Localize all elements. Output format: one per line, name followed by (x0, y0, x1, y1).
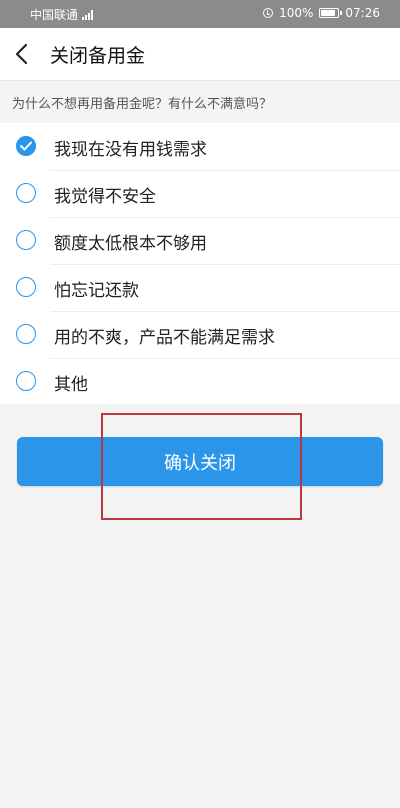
checkmark-icon (20, 141, 32, 151)
option-limit-too-low[interactable]: 额度太低根本不够用 (0, 217, 400, 264)
radio-checked-icon[interactable] (16, 136, 36, 156)
reason-options-list: 我现在没有用钱需求 我觉得不安全 额度太低根本不够用 怕忘记还款 用的不爽，产品… (0, 123, 400, 404)
option-label: 额度太低根本不够用 (54, 234, 207, 254)
option-label: 我现在没有用钱需求 (54, 140, 207, 160)
battery-level (321, 10, 336, 16)
question-prompt: 为什么不想再用备用金呢？有什么不满意吗？ (0, 81, 400, 123)
nav-bar: 关闭备用金 (0, 28, 400, 81)
radio-icon[interactable] (16, 277, 36, 297)
option-not-safe[interactable]: 我觉得不安全 (0, 170, 400, 217)
battery-icon (319, 8, 343, 18)
confirm-close-button[interactable]: 确认关闭 (17, 437, 383, 486)
radio-icon[interactable] (16, 230, 36, 250)
option-no-need[interactable]: 我现在没有用钱需求 (0, 123, 400, 170)
question-text: 为什么不想再用备用金呢？有什么不满意吗？ (12, 97, 273, 112)
option-forget-repay[interactable]: 怕忘记还款 (0, 264, 400, 311)
option-label: 其他 (54, 375, 88, 395)
clock: 07:26 (345, 6, 380, 20)
option-label: 怕忘记还款 (54, 281, 139, 301)
battery-percent: 100% (279, 6, 314, 20)
alarm-icon (263, 8, 274, 18)
status-right: 100% 07:26 (263, 6, 380, 20)
option-not-satisfied[interactable]: 用的不爽，产品不能满足需求 (0, 311, 400, 358)
signal-icon (82, 9, 94, 20)
status-bar: 中国联通 100% 07:26 (0, 0, 400, 28)
radio-icon[interactable] (16, 324, 36, 344)
option-other[interactable]: 其他 (0, 358, 400, 404)
radio-icon[interactable] (16, 371, 36, 391)
carrier-name: 中国联通 (30, 8, 79, 22)
option-label: 我觉得不安全 (54, 187, 156, 207)
chevron-left-icon[interactable] (10, 41, 36, 67)
option-label: 用的不爽，产品不能满足需求 (54, 328, 275, 348)
status-left: 中国联通 (30, 6, 94, 23)
radio-icon[interactable] (16, 183, 36, 203)
page-title: 关闭备用金 (50, 45, 146, 67)
